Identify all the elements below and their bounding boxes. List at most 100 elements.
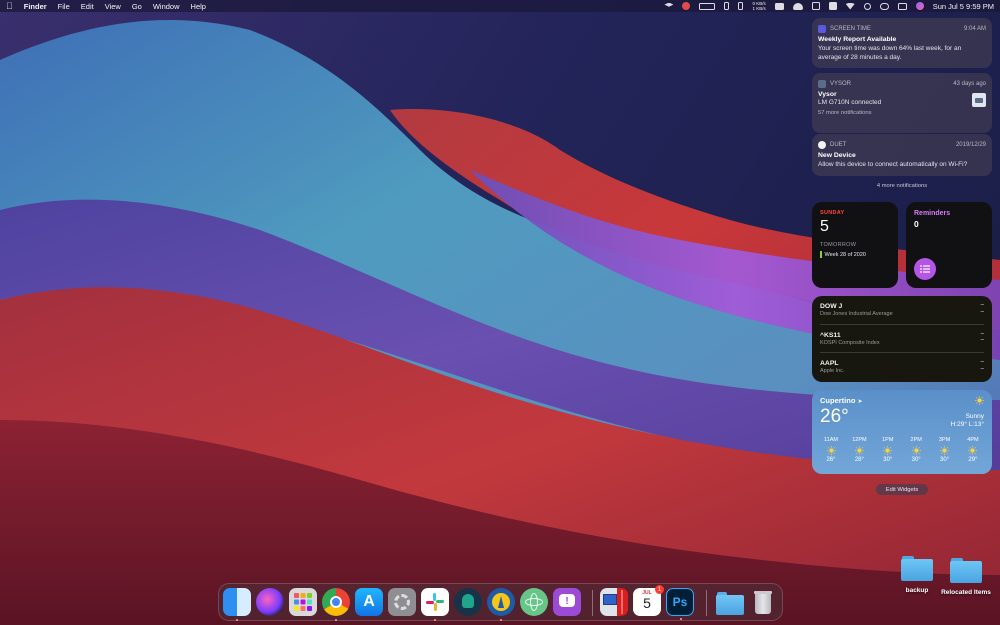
sun-icon <box>826 446 836 455</box>
cloud-icon[interactable] <box>792 2 803 10</box>
trash-icon[interactable] <box>749 588 777 616</box>
hour-temp: 30° <box>911 457 921 463</box>
search-icon[interactable] <box>863 2 871 10</box>
hour-time: 3PM <box>938 437 951 443</box>
duet-icon <box>818 140 826 149</box>
hour-time: 2PM <box>910 437 922 443</box>
weather-city-name: Cupertino <box>820 396 856 405</box>
calendar-weekday: SUNDAY <box>820 210 845 216</box>
gitkraken-icon[interactable] <box>454 588 482 616</box>
calendar-widget[interactable]: SUNDAY 5 TOMORROW Week 28 of 2020 <box>812 202 898 288</box>
dock-separator <box>706 590 707 616</box>
photoshop-icon[interactable]: Ps <box>666 588 694 620</box>
hour-temp: 28° <box>854 457 864 463</box>
launchpad-icon[interactable] <box>289 588 317 616</box>
menu-go[interactable]: Go <box>132 2 142 11</box>
weather-hour: 12PM 28° <box>848 437 870 463</box>
app-store-icon[interactable]: A <box>355 588 383 616</box>
stock-value: – <box>980 359 984 365</box>
hour-time: 12PM <box>852 437 867 443</box>
folder-icon <box>901 555 933 581</box>
avira-icon[interactable] <box>682 2 691 10</box>
menu-bar:  Finder File Edit View Go Window Help 0… <box>0 0 1000 12</box>
menu-window[interactable]: Window <box>153 2 180 11</box>
notification-time: 9:04 AM <box>963 25 986 32</box>
control-center-icon[interactable] <box>897 2 907 10</box>
hour-temp: 30° <box>940 457 950 463</box>
stocks-widget[interactable]: DOW J Dow Jones Industrial Average – – ^K… <box>812 296 992 382</box>
reminders-count: 0 <box>914 219 919 229</box>
stock-symbol: DOW J <box>820 303 843 310</box>
notification-body: Your screen time was down 64% last week,… <box>818 45 962 61</box>
siri-icon[interactable] <box>915 2 924 10</box>
stock-name: Dow Jones Industrial Average <box>820 311 893 317</box>
notification-app: SCREEN TIME <box>830 25 871 32</box>
desktop-folder-relocated-items[interactable]: Relocated Items <box>936 557 996 596</box>
hour-time: 1PM <box>882 437 894 443</box>
calendar-tomorrow-label: TOMORROW <box>820 242 857 248</box>
chrome-icon[interactable] <box>322 588 350 621</box>
calendar-event-title: Week 28 of 2020 <box>824 251 866 258</box>
parallels-icon[interactable] <box>600 588 628 616</box>
sun-icon <box>940 446 950 455</box>
keyboard-input-icon[interactable] <box>828 2 837 10</box>
notification-more-count[interactable]: 57 more notifications <box>818 110 986 116</box>
stock-value: – <box>980 302 984 308</box>
siri-icon[interactable] <box>256 588 284 616</box>
weather-widget[interactable]: Cupertino ➤ 26° Sunny H:29° L:13° 11AM 26… <box>812 390 992 474</box>
menu-edit[interactable]: Edit <box>81 2 94 11</box>
stock-row[interactable]: ^KS11 KOSPI Composite Index – – <box>820 325 984 353</box>
notification-time: 43 days ago <box>953 80 986 87</box>
vpn-icon[interactable] <box>811 2 820 10</box>
reminders-list-icon[interactable] <box>914 258 936 280</box>
notification-body: LM G710N connected <box>818 99 882 106</box>
wifi-icon[interactable] <box>845 2 855 10</box>
screen-mirror-icon[interactable] <box>774 2 784 10</box>
display-icon[interactable] <box>699 2 716 10</box>
dock: A ! JUL 5 1 Ps <box>218 583 783 621</box>
menu-help[interactable]: Help <box>191 2 206 11</box>
finder-icon[interactable] <box>223 588 251 621</box>
notification-time: 2019/12/29 <box>955 141 986 148</box>
android-studio-icon[interactable] <box>487 588 515 621</box>
downloads-folder-icon[interactable] <box>716 588 744 616</box>
stock-change: – <box>980 337 984 343</box>
hour-time: 4PM <box>967 437 979 443</box>
dock-separator <box>592 590 593 616</box>
app-menu-finder[interactable]: Finder <box>24 2 47 11</box>
notification-duet[interactable]: DUET 2019/12/29 New Device Allow this de… <box>812 134 992 176</box>
reminders-widget[interactable]: Reminders 0 <box>906 202 992 288</box>
weather-hour: 4PM 29° <box>962 437 984 463</box>
menu-view[interactable]: View <box>105 2 121 11</box>
stock-symbol: ^KS11 <box>820 331 841 339</box>
battery-icon[interactable] <box>724 2 730 10</box>
memory-icon[interactable] <box>738 2 744 10</box>
menubar-clock[interactable]: Sun Jul 5 9:59 PM <box>933 2 994 11</box>
menu-file[interactable]: File <box>58 2 70 11</box>
slack-icon[interactable] <box>421 588 449 621</box>
calendar-icon[interactable]: JUL 5 1 <box>633 585 664 616</box>
wechat-icon[interactable] <box>879 2 889 10</box>
hour-time: 11AM <box>824 437 838 443</box>
notification-screen-time[interactable]: SCREEN TIME 9:04 AM Weekly Report Availa… <box>812 18 992 68</box>
weather-hour: 11AM 26° <box>820 437 842 463</box>
feedback-assistant-icon[interactable]: ! <box>553 588 581 616</box>
calendar-event[interactable]: Week 28 of 2020 <box>820 251 890 258</box>
system-preferences-icon[interactable] <box>388 588 416 616</box>
atom-icon[interactable] <box>520 588 548 616</box>
dropbox-icon[interactable] <box>664 2 674 7</box>
stock-row[interactable]: DOW J Dow Jones Industrial Average – – <box>820 296 984 325</box>
weather-hour: 1PM 30° <box>877 437 899 463</box>
stock-row[interactable]: AAPL Apple Inc. – – <box>820 353 984 382</box>
reminders-title: Reminders <box>914 210 951 217</box>
network-speed[interactable]: 0 KB/s 1 KB/s <box>752 1 765 11</box>
edit-widgets-button[interactable]: Edit Widgets <box>876 484 928 495</box>
location-arrow-icon: ➤ <box>857 399 863 405</box>
desktop-icon-label: Relocated Items <box>941 589 991 596</box>
notification-vysor[interactable]: VYSOR 43 days ago Vysor LM G710N connect… <box>812 73 992 133</box>
more-notifications-link[interactable]: 4 more notifications <box>812 183 992 189</box>
weather-hilo: H:29° L:13° <box>950 421 984 428</box>
apple-menu-icon[interactable]:  <box>6 0 13 12</box>
sun-icon <box>883 446 893 455</box>
weather-condition: Sunny <box>965 413 984 420</box>
